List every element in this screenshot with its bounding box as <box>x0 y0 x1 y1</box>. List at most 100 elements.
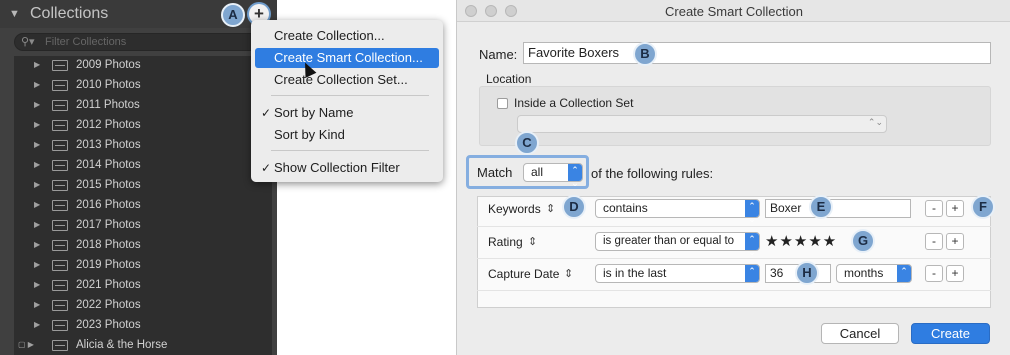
popup-arrows-icon: ⌃⌄ <box>897 265 911 289</box>
add-rule-button[interactable]: + <box>946 233 964 250</box>
collection-item[interactable]: ▶ 2009 Photos <box>14 56 272 76</box>
collection-set-icon <box>52 180 68 191</box>
menu-separator <box>271 95 429 96</box>
rule-field-capture-date[interactable]: Capture Date <box>488 267 559 281</box>
create-button[interactable]: Create <box>911 323 990 344</box>
name-field[interactable]: Favorite Boxers <box>523 42 991 64</box>
rule-operator-popup[interactable]: is in the last ⌃ ⌄ <box>595 264 760 289</box>
inside-set-label: Inside a Collection Set <box>514 96 634 110</box>
expand-arrow-icon[interactable]: ▶ <box>34 220 40 229</box>
collection-set-icon <box>52 160 68 171</box>
match-label: Match <box>477 165 513 180</box>
menu-item-create-collection[interactable]: Create Collection... <box>255 26 439 46</box>
expand-arrow-icon[interactable]: ▶ <box>34 160 40 169</box>
collection-item[interactable]: ▶ 2018 Photos <box>14 236 272 256</box>
location-label: Location <box>486 72 532 86</box>
following-rules-label: of the following rules: <box>591 166 714 181</box>
collection-set-icon <box>52 140 68 151</box>
collection-item[interactable]: ▶ 2017 Photos <box>14 216 272 236</box>
rating-stars[interactable]: ★★★★★ <box>765 232 837 250</box>
filter-collections-input[interactable]: ⚲▾ Filter Collections <box>14 33 272 51</box>
checkmark-icon: ✓ <box>261 161 272 175</box>
callout-f: F <box>971 195 995 219</box>
rule-separator <box>477 226 991 227</box>
expand-arrow-icon[interactable]: ▶ <box>34 240 40 249</box>
create-smart-collection-dialog: Create Smart Collection Name: Favorite B… <box>456 0 1010 355</box>
collection-item[interactable]: ▶ 2010 Photos <box>14 76 272 96</box>
collections-context-menu: Create Collection... Create Smart Collec… <box>251 20 443 182</box>
expand-arrow-icon[interactable]: ▶ <box>34 60 40 69</box>
collection-set-icon <box>52 220 68 231</box>
add-rule-button[interactable]: + <box>946 200 964 217</box>
collection-set-icon <box>52 280 68 291</box>
collection-item[interactable]: ▢ ▶ Alicia & the Horse <box>14 336 272 355</box>
cancel-button[interactable]: Cancel <box>821 323 899 344</box>
expand-arrow-icon[interactable]: ▶ <box>34 300 40 309</box>
rule-operator-popup[interactable]: contains ⌃ ⌄ <box>595 199 760 224</box>
collection-set-icon <box>52 200 68 211</box>
collection-item[interactable]: ▶ 2015 Photos <box>14 176 272 196</box>
menu-item-sort-by-kind[interactable]: Sort by Kind <box>255 125 439 145</box>
remove-rule-button[interactable]: - <box>925 200 943 217</box>
callout-a: A <box>221 3 245 27</box>
collection-set-icon <box>52 340 68 351</box>
collection-set-icon <box>52 240 68 251</box>
collection-set-icon <box>52 320 68 331</box>
menu-item-create-smart-collection[interactable]: Create Smart Collection... <box>255 48 439 68</box>
search-icon[interactable]: ⚲▾ <box>21 35 35 48</box>
remove-rule-button[interactable]: - <box>925 265 943 282</box>
menu-item-create-collection-set[interactable]: Create Collection Set... <box>255 70 439 90</box>
field-updown-icon[interactable]: ⇕ <box>564 267 573 280</box>
collection-set-icon <box>52 60 68 71</box>
collapse-triangle-icon[interactable]: ▼ <box>9 8 20 20</box>
collection-item[interactable]: ▶ 2019 Photos <box>14 256 272 276</box>
collection-item[interactable]: ▶ 2023 Photos <box>14 316 272 336</box>
checkmark-icon: ✓ <box>261 106 272 120</box>
collection-item[interactable]: ▶ 2011 Photos <box>14 96 272 116</box>
rule-field-rating[interactable]: Rating <box>488 235 523 249</box>
field-updown-icon[interactable]: ⇕ <box>546 202 555 215</box>
field-updown-icon[interactable]: ⇕ <box>528 235 537 248</box>
rule-separator <box>477 258 991 259</box>
expand-arrow-icon[interactable]: ▶ <box>34 280 40 289</box>
collection-set-icon <box>52 300 68 311</box>
collection-set-icon <box>52 120 68 131</box>
collection-item[interactable]: ▶ 2022 Photos <box>14 296 272 316</box>
collection-item[interactable]: ▶ 2013 Photos <box>14 136 272 156</box>
rule-unit-popup[interactable]: months ⌃ ⌄ <box>836 264 912 289</box>
popup-arrows-icon: ⌃⌄ <box>867 117 883 127</box>
rule-operator-popup[interactable]: is greater than or equal to ⌃ ⌄ <box>595 232 760 257</box>
remove-rule-button[interactable]: - <box>925 233 943 250</box>
callout-c: C <box>515 131 539 155</box>
expand-arrow-icon[interactable]: ▶ <box>34 180 40 189</box>
menu-item-show-collection-filter[interactable]: ✓ Show Collection Filter <box>255 158 439 178</box>
expand-arrow-icon[interactable]: ▶ <box>34 320 40 329</box>
collection-set-icon <box>52 80 68 91</box>
callout-h: H <box>795 261 819 285</box>
location-group: Inside a Collection Set ⌃⌄ <box>479 86 991 146</box>
rule-value-field[interactable]: Boxer <box>765 199 911 218</box>
collections-panel: ▼ Collections ⚲▾ Filter Collections ▶ 200… <box>0 0 277 355</box>
expand-arrow-icon[interactable]: ▶ <box>34 260 40 269</box>
match-popup[interactable]: all ⌃ ⌄ <box>523 163 583 188</box>
collection-item[interactable]: ▶ 2012 Photos <box>14 116 272 136</box>
collection-item[interactable]: ▶ 2021 Photos <box>14 276 272 296</box>
collection-item[interactable]: ▶ 2016 Photos <box>14 196 272 216</box>
expand-arrow-icon[interactable]: ▶ <box>34 200 40 209</box>
collection-set-icon <box>52 100 68 111</box>
expand-arrow-icon[interactable]: ▶ <box>34 120 40 129</box>
menu-item-sort-by-name[interactable]: ✓ Sort by Name <box>255 103 439 123</box>
popup-arrows-icon: ⌃⌄ <box>745 200 759 224</box>
collections-title: Collections <box>30 5 109 22</box>
collection-item[interactable]: ▶ 2014 Photos <box>14 156 272 176</box>
inside-set-checkbox[interactable] <box>497 98 508 109</box>
expand-arrow-icon[interactable]: ▶ <box>34 80 40 89</box>
dialog-titlebar[interactable]: Create Smart Collection <box>457 0 1010 22</box>
expand-arrow-icon[interactable]: ▶ <box>34 140 40 149</box>
rule-field-keywords[interactable]: Keywords <box>488 202 541 216</box>
expand-arrow-icon[interactable]: ▢ ▶ <box>18 340 34 349</box>
add-rule-button[interactable]: + <box>946 265 964 282</box>
expand-arrow-icon[interactable]: ▶ <box>34 100 40 109</box>
collection-set-popup[interactable]: ⌃⌄ <box>517 115 887 133</box>
rule-separator <box>477 290 991 291</box>
